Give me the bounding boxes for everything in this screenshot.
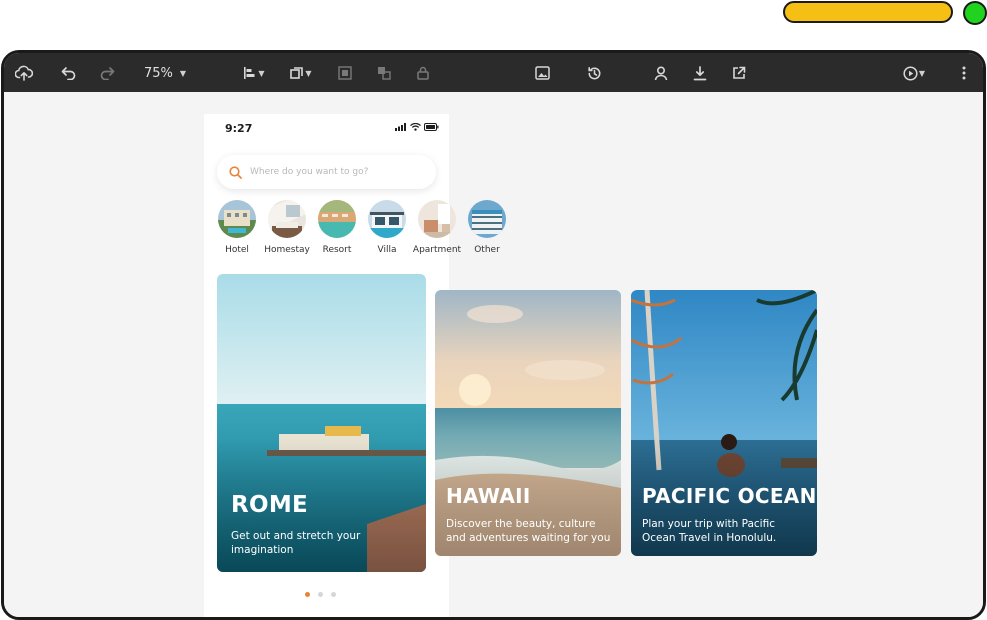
zoom-level: 75% (143, 65, 173, 81)
history-icon[interactable] (583, 61, 605, 85)
align-icon[interactable]: ▼ (240, 61, 268, 85)
destination-card-hawaii[interactable]: HAWAII Discover the beauty, culture and … (435, 290, 621, 556)
status-time: 9:27 (225, 122, 253, 135)
arrange-icon[interactable]: ▼ (287, 61, 315, 85)
chevron-down-icon: ▼ (918, 68, 926, 78)
zoom-dropdown[interactable]: 75% ▼ (141, 61, 189, 85)
search-placeholder: Where do you want to go? (250, 167, 369, 177)
upload-cloud-icon[interactable] (13, 61, 35, 85)
editor-window: 75% ▼ ▼ ▼ ▼ 9:27 Where do you want to go… (1, 50, 986, 620)
resort-thumbnail (318, 200, 356, 238)
chevron-down-icon: ▼ (258, 68, 265, 78)
user-icon[interactable] (650, 61, 672, 85)
online-status-dot (963, 1, 987, 25)
undo-icon[interactable] (58, 61, 80, 85)
category-resort[interactable]: Resort (317, 200, 357, 255)
category-apartment[interactable]: Apartment (413, 200, 461, 255)
lock-icon[interactable] (412, 61, 434, 85)
pager-dot-1[interactable] (305, 592, 310, 597)
category-homestay[interactable]: Homestay (264, 200, 310, 255)
card-subtitle: Plan your trip with Pacific Ocean Travel… (642, 518, 777, 544)
card-title: ROME (231, 492, 309, 518)
toolbar: 75% ▼ ▼ ▼ ▼ (4, 53, 983, 92)
wifi-icon (410, 123, 421, 131)
search-input[interactable]: Where do you want to go? (217, 155, 436, 189)
destination-card-rome[interactable]: ROME Get out and stretch your imaginatio… (217, 274, 426, 572)
category-villa[interactable]: Villa (367, 200, 407, 255)
share-icon[interactable] (728, 61, 750, 85)
signal-icon (395, 123, 406, 131)
download-icon[interactable] (689, 61, 711, 85)
pager-dot-3[interactable] (331, 592, 336, 597)
category-list: Hotel Homestay Resort Villa Apartment Ot… (217, 200, 507, 255)
chevron-down-icon: ▼ (305, 68, 312, 78)
ungroup-icon[interactable] (373, 61, 395, 85)
hotel-thumbnail (218, 200, 256, 238)
image-icon[interactable] (531, 61, 553, 85)
status-icons (395, 123, 439, 131)
chevron-down-icon: ▼ (179, 68, 187, 78)
category-hotel[interactable]: Hotel (217, 200, 257, 255)
villa-thumbnail (368, 200, 406, 238)
design-canvas[interactable]: 9:27 Where do you want to go? Hotel Home… (4, 92, 983, 617)
battery-icon (424, 123, 439, 131)
rome-photo (217, 274, 426, 572)
top-status-pill (783, 1, 953, 23)
card-subtitle: Discover the beauty, culture and adventu… (446, 518, 611, 544)
card-title: HAWAII (446, 484, 531, 508)
other-thumbnail (468, 200, 506, 238)
play-icon[interactable]: ▼ (900, 61, 928, 85)
category-other[interactable]: Other (467, 200, 507, 255)
destination-card-pacific-ocean[interactable]: PACIFIC OCEAN Plan your trip with Pacifi… (631, 290, 817, 556)
search-icon (229, 165, 242, 179)
redo-icon[interactable] (96, 61, 118, 85)
group-icon[interactable] (334, 61, 356, 85)
carousel-pager (305, 592, 336, 597)
homestay-thumbnail (268, 200, 306, 238)
apartment-thumbnail (418, 200, 456, 238)
more-icon[interactable] (954, 61, 974, 85)
pager-dot-2[interactable] (318, 592, 323, 597)
card-subtitle: Get out and stretch your imagination (231, 530, 361, 556)
card-title: PACIFIC OCEAN (642, 484, 817, 508)
